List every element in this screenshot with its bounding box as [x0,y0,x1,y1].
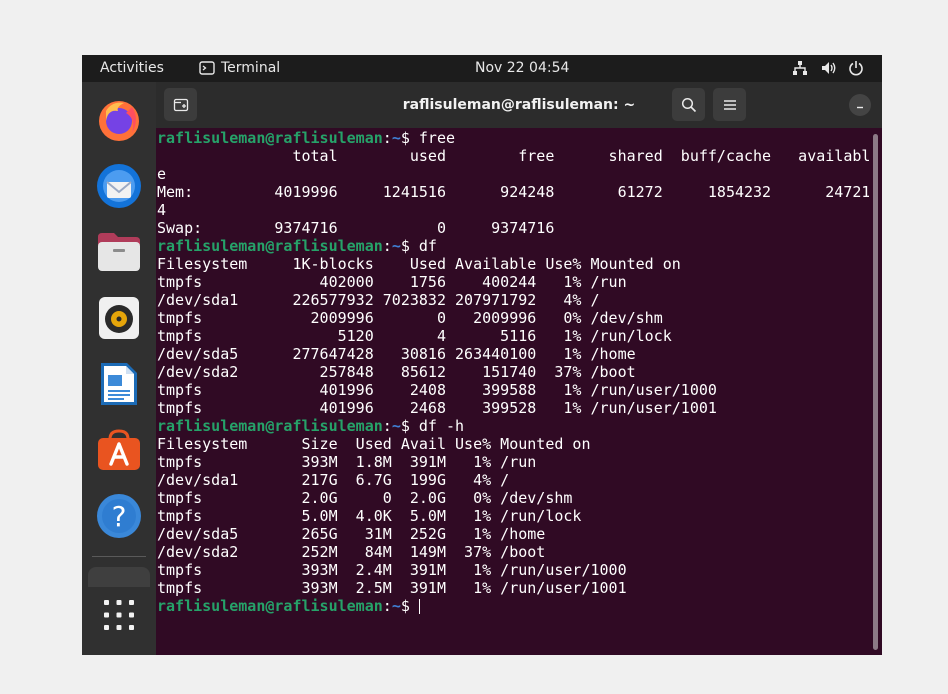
output-line: /dev/sda5 265G 31M 252G 1% /home [157,525,546,543]
output-line: Swap: 9374716 0 9374716 [157,219,555,237]
output-line: Mem: 4019996 1241516 924248 61272 185423… [157,183,869,201]
dock-help[interactable]: ? [94,491,144,541]
new-tab-icon [173,98,188,111]
output-line: /dev/sda5 277647428 30816 263440100 1% /… [157,345,636,363]
search-icon [681,97,696,112]
dock-files[interactable] [94,227,144,277]
hamburger-menu-icon [723,99,736,110]
output-line: tmpfs 393M 2.5M 391M 1% /run/user/1001 [157,579,627,597]
network-icon[interactable] [792,55,808,82]
prompt-path: ~ [391,129,401,147]
minimize-button[interactable] [849,94,871,116]
prompt-suffix: $ [400,129,419,147]
output-line: /dev/sda1 217G 6.7G 199G 4% / [157,471,510,489]
terminal-header-bar: raflisuleman@raflisuleman: ~ [156,82,882,128]
output-line: tmpfs 5120 4 5116 1% /run/lock [157,327,672,345]
command-text: df [418,237,437,255]
output-line: tmpfs 393M 2.4M 391M 1% /run/user/1000 [157,561,627,579]
help-icon: ? [97,494,141,538]
prompt-line: raflisuleman@raflisuleman:~$ df -h [157,417,869,435]
prompt-suffix: $ [400,597,419,615]
volume-icon[interactable] [820,55,838,82]
dock-show-applications[interactable] [94,590,144,640]
software-icon [98,429,140,470]
output-line: tmpfs 401996 2468 399528 1% /run/user/10… [157,399,717,417]
desktop-screen: Activities Terminal Nov 22 04:54 ? rafli… [82,55,882,655]
prompt-separator: : [382,237,392,255]
prompt-line: raflisuleman@raflisuleman:~$ df [157,237,869,255]
dock-ubuntu-software[interactable] [94,425,144,475]
output-line: total used free shared buff/cache availa… [157,147,869,165]
prompt-line: raflisuleman@raflisuleman:~$ free [157,129,869,147]
minimize-icon [857,106,863,109]
prompt-path: ~ [391,237,401,255]
prompt-suffix: $ [400,417,419,435]
output-line: 4 [157,201,167,219]
output-line: /dev/sda1 226577932 7023832 207971792 4%… [157,291,600,309]
rhythmbox-icon [99,297,139,339]
prompt-path: ~ [391,417,401,435]
command-text: free [418,129,456,147]
output-line: Filesystem Size Used Avail Use% Mounted … [157,435,591,453]
prompt-user: raflisuleman@raflisuleman [157,237,383,255]
prompt-separator: : [382,129,392,147]
clock[interactable]: Nov 22 04:54 [475,55,569,82]
menu-button[interactable] [713,88,746,121]
output-line: /dev/sda2 257848 85612 151740 37% /boot [157,363,636,381]
terminal-output[interactable]: raflisuleman@raflisuleman:~$ free total … [157,129,869,651]
writer-icon [101,363,137,405]
command-text: df -h [418,417,465,435]
dock-separator [92,556,146,557]
output-line: tmpfs 393M 1.8M 391M 1% /run [157,453,537,471]
prompt-path: ~ [391,597,401,615]
svg-text:?: ? [112,500,127,533]
dock: ? [82,82,156,655]
dock-libreoffice-writer[interactable] [94,359,144,409]
output-line: tmpfs 402000 1756 400244 1% /run [157,273,627,291]
prompt-suffix: $ [400,237,419,255]
scrollbar[interactable] [873,134,878,650]
top-bar: Activities Terminal Nov 22 04:54 [82,55,882,82]
app-menu-button[interactable]: Terminal [199,55,280,82]
output-line: tmpfs 5.0M 4.0K 5.0M 1% /run/lock [157,507,582,525]
firefox-icon [99,101,139,141]
output-line: tmpfs 401996 2408 399588 1% /run/user/10… [157,381,717,399]
window-title: raflisuleman@raflisuleman: ~ [402,97,636,113]
power-icon[interactable] [848,55,864,82]
dock-firefox[interactable] [94,95,144,145]
output-line: tmpfs 2009996 0 2009996 0% /dev/shm [157,309,663,327]
prompt-user: raflisuleman@raflisuleman [157,417,383,435]
prompt-user: raflisuleman@raflisuleman [157,597,383,615]
text-cursor [418,599,420,614]
prompt-line: raflisuleman@raflisuleman:~$ [157,597,869,615]
output-line: e [157,165,167,183]
prompt-separator: : [382,417,392,435]
app-grid-icon [104,600,134,630]
dock-running-highlight [88,567,150,587]
files-icon [98,233,140,271]
prompt-separator: : [382,597,392,615]
output-line: Filesystem 1K-blocks Used Available Use%… [157,255,681,273]
search-button[interactable] [672,88,705,121]
dock-thunderbird[interactable] [94,161,144,211]
app-menu-label: Terminal [221,60,281,76]
terminal-window: raflisuleman@raflisuleman: ~ raflisulema… [156,82,882,655]
output-line: /dev/sda2 252M 84M 149M 37% /boot [157,543,546,561]
dock-rhythmbox[interactable] [94,293,144,343]
prompt-user: raflisuleman@raflisuleman [157,129,383,147]
output-line: tmpfs 2.0G 0 2.0G 0% /dev/shm [157,489,573,507]
terminal-app-icon [199,61,215,75]
thunderbird-icon [97,164,141,208]
activities-button[interactable]: Activities [100,55,164,82]
new-tab-button[interactable] [164,88,197,121]
